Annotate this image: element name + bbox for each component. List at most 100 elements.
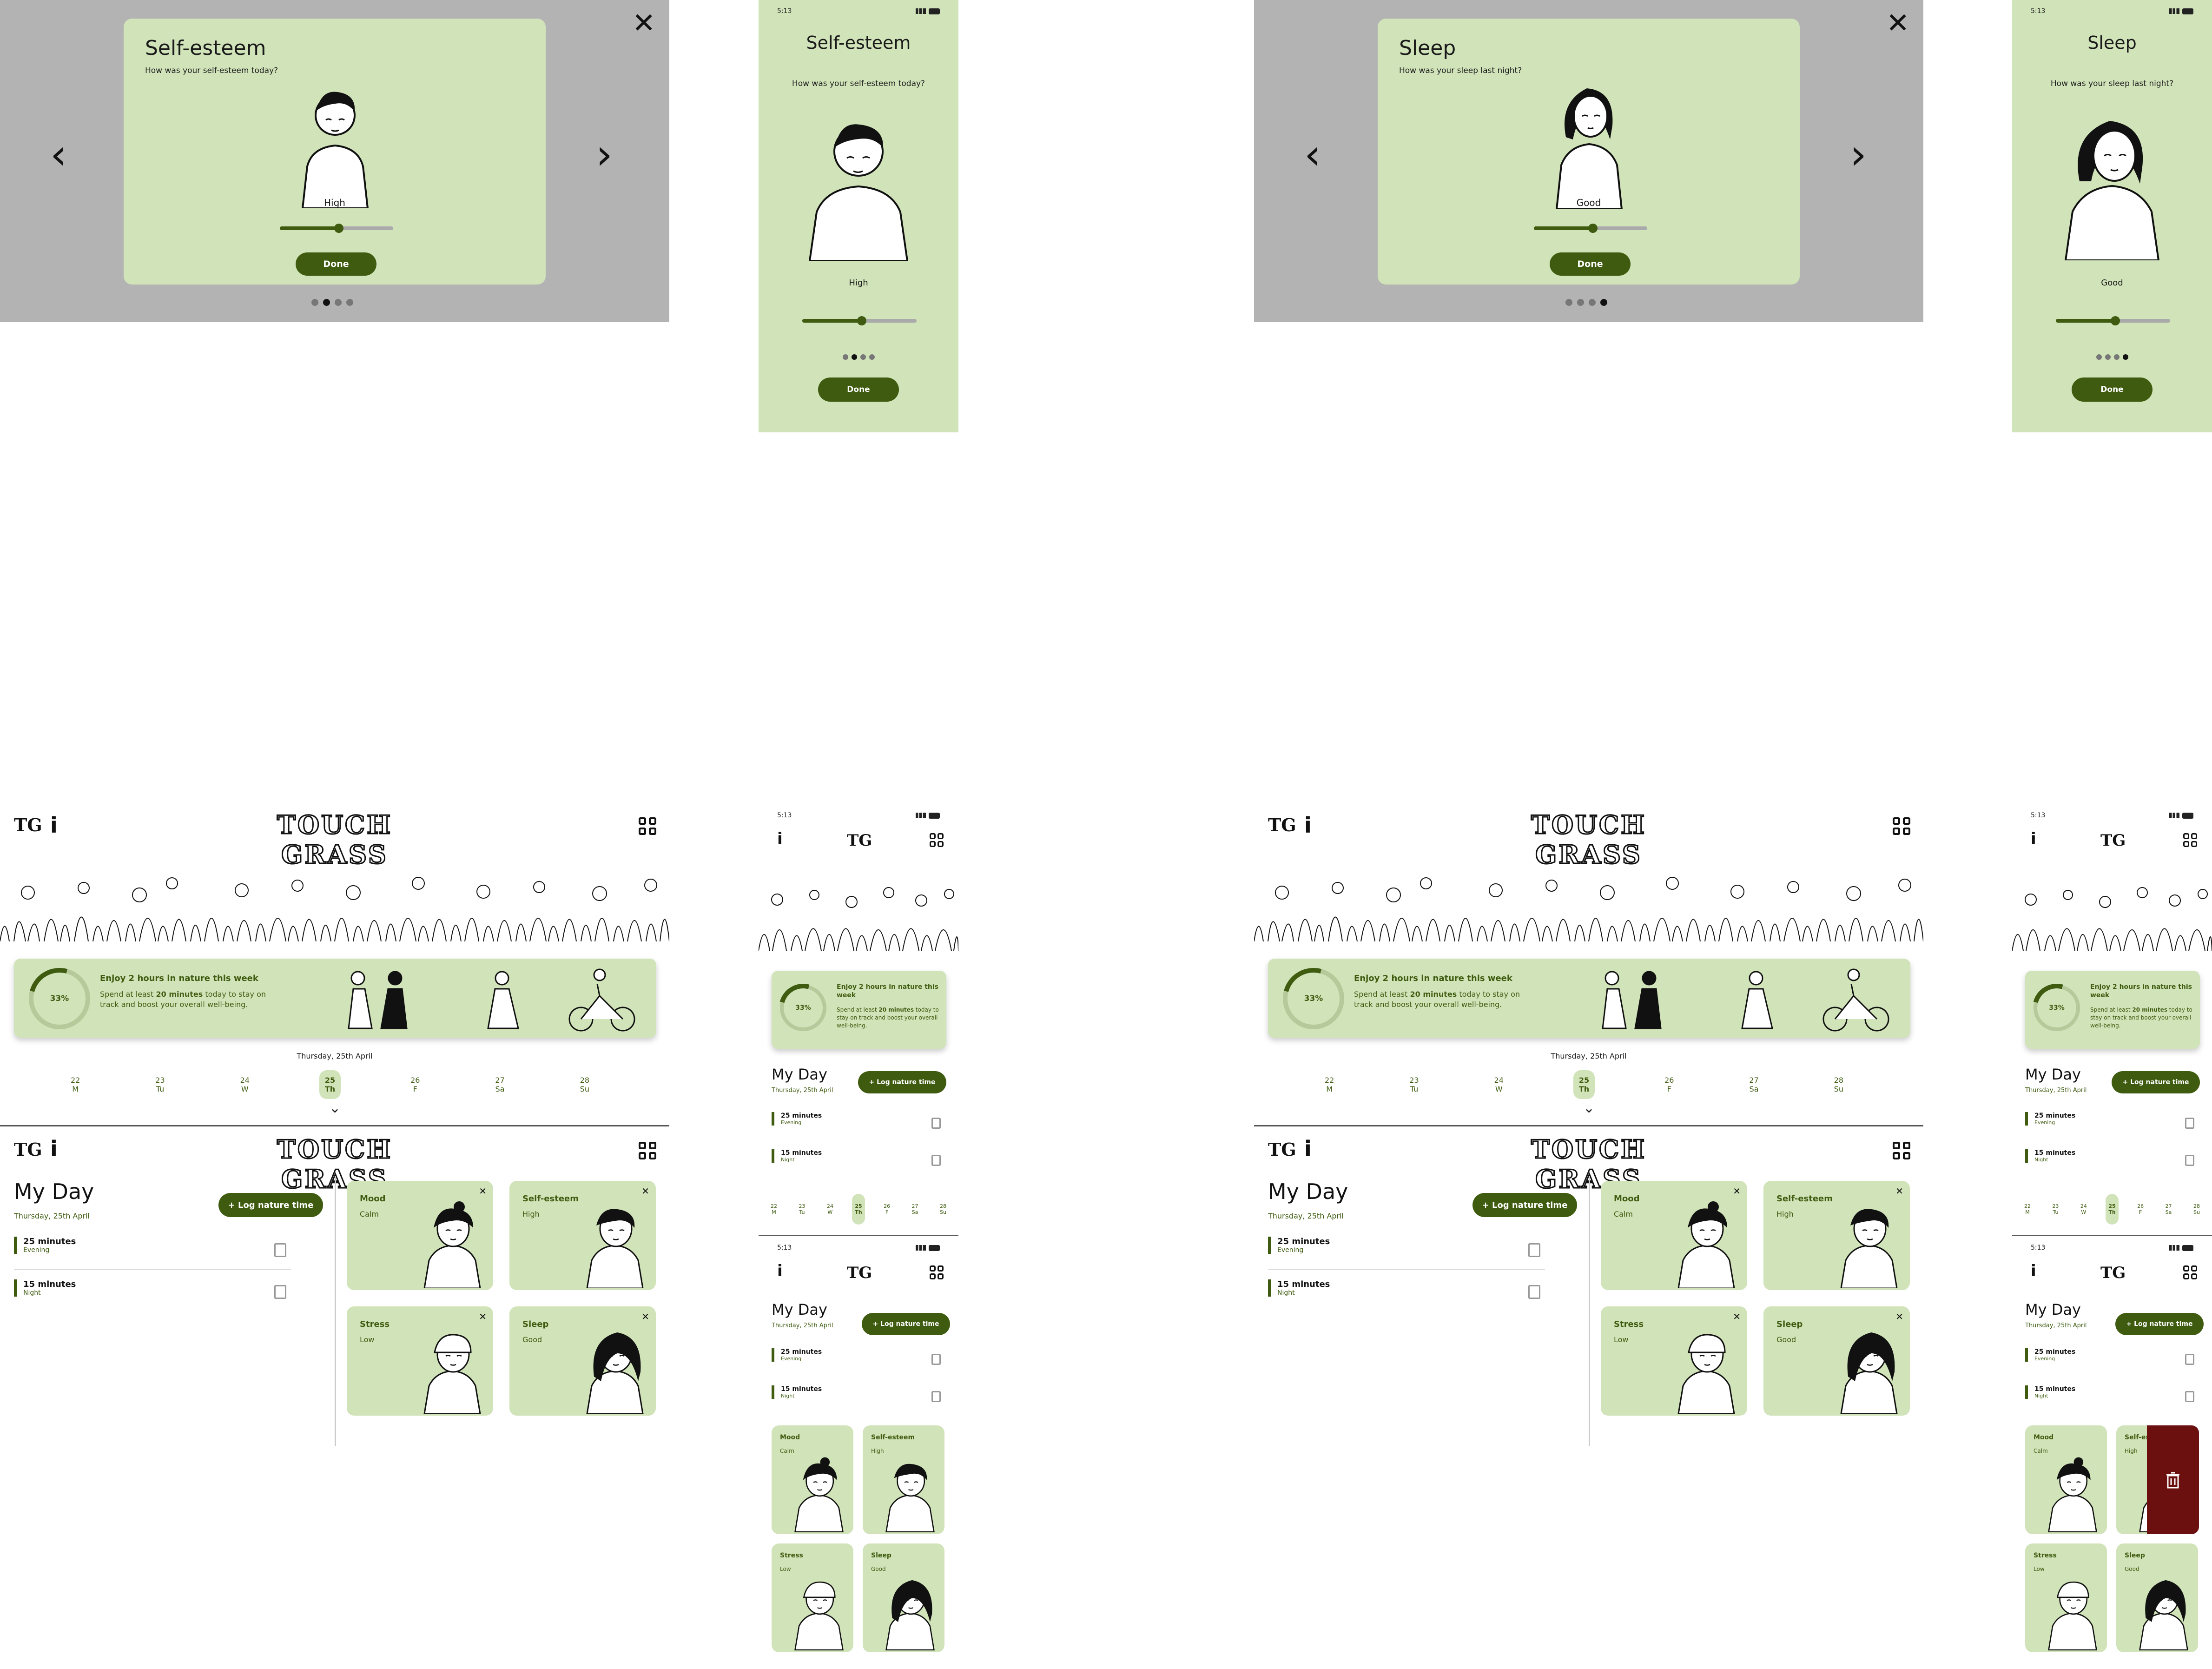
day-22[interactable]: 22 M [768, 1194, 780, 1225]
day-23[interactable]: 23 Tu [150, 1070, 170, 1099]
info-icon[interactable]: i [2031, 1262, 2036, 1280]
close-card-icon[interactable]: ✕ [1895, 1186, 1903, 1197]
grid-menu-icon[interactable] [930, 1265, 944, 1279]
day-24[interactable]: 24 W [824, 1194, 836, 1225]
app-logo-short[interactable]: TG [847, 831, 872, 850]
log-nature-time-button[interactable]: + Log nature time [2115, 1313, 2204, 1335]
selfesteem-slider[interactable] [802, 316, 917, 325]
next-arrow-icon[interactable]: › [596, 134, 613, 176]
info-icon[interactable]: i [50, 813, 58, 838]
weekly-goal-banner[interactable]: 33% Enjoy 2 hours in nature this week Sp… [14, 959, 656, 1038]
slider-knob[interactable] [857, 316, 866, 325]
tracker-card-mood[interactable]: Mood Calm [2025, 1425, 2107, 1534]
day-23[interactable]: 23 Tu [1404, 1070, 1424, 1099]
entry-item[interactable]: 25 minutes Evening [772, 1112, 822, 1126]
day-27[interactable]: 27 Sa [909, 1194, 921, 1225]
entry-item[interactable]: 15 minutes Night [2025, 1149, 2075, 1163]
tracker-card-stress[interactable]: Stress Low ✕ [1601, 1306, 1747, 1416]
day-28[interactable]: 28 Su [2191, 1194, 2203, 1225]
close-card-icon[interactable]: ✕ [479, 1311, 487, 1322]
entry-item[interactable]: 25 minutes Evening [772, 1348, 822, 1362]
entry-item[interactable]: 15 minutes Night [2025, 1385, 2075, 1399]
entry-item[interactable]: 25 minutes Evening [14, 1237, 76, 1254]
tracker-card-mood[interactable]: Mood Calm ✕ [1601, 1181, 1747, 1290]
entry-item[interactable]: 15 minutes Night [14, 1279, 76, 1297]
app-logo-short[interactable]: TG [847, 1264, 872, 1282]
app-logo-short[interactable]: TG [2100, 831, 2126, 850]
tracker-card-sleep[interactable]: Sleep Good [2116, 1543, 2198, 1652]
day-26[interactable]: 26 F [1659, 1070, 1679, 1099]
trash-icon[interactable] [2185, 1391, 2194, 1402]
entry-item[interactable]: 25 minutes Evening [2025, 1348, 2075, 1362]
log-nature-time-button[interactable]: + Log nature time [2112, 1071, 2200, 1093]
close-card-icon[interactable]: ✕ [1733, 1186, 1741, 1197]
day-24[interactable]: 24 W [2078, 1194, 2090, 1225]
done-button[interactable]: Done [818, 378, 899, 402]
trash-icon[interactable] [1528, 1285, 1540, 1299]
tracker-card-self-esteem[interactable]: Self-esteem High [863, 1425, 944, 1534]
done-button[interactable]: Done [296, 252, 376, 276]
done-button[interactable]: Done [2072, 378, 2153, 402]
close-card-icon[interactable]: ✕ [641, 1311, 649, 1322]
delete-card-button[interactable] [2147, 1425, 2199, 1534]
weekly-goal-banner[interactable]: 33% Enjoy 2 hours in nature this week Sp… [772, 971, 946, 1049]
prev-arrow-icon[interactable]: ‹ [50, 134, 67, 176]
grid-menu-icon[interactable] [2183, 833, 2197, 847]
close-card-icon[interactable]: ✕ [641, 1186, 649, 1197]
day-26[interactable]: 26 F [881, 1194, 893, 1225]
tracker-card-sleep[interactable]: Sleep Good ✕ [1763, 1306, 1910, 1416]
close-card-icon[interactable]: ✕ [1733, 1311, 1741, 1322]
day-22[interactable]: 22 M [2021, 1194, 2034, 1225]
grid-menu-icon[interactable] [930, 833, 944, 847]
grid-menu-icon[interactable] [639, 1142, 656, 1159]
app-logo-short[interactable]: TG [1268, 1139, 1296, 1160]
info-icon[interactable]: i [777, 829, 783, 848]
weekly-goal-banner[interactable]: 33% Enjoy 2 hours in nature this week Sp… [2025, 971, 2200, 1049]
log-nature-time-button[interactable]: + Log nature time [858, 1071, 946, 1093]
day-22[interactable]: 22 M [65, 1070, 86, 1099]
day-23[interactable]: 23 Tu [796, 1194, 808, 1225]
day-27[interactable]: 27 Sa [489, 1070, 510, 1099]
slider-knob[interactable] [2111, 316, 2120, 325]
info-icon[interactable]: i [777, 1262, 783, 1280]
app-logo-short[interactable]: TG [14, 1139, 42, 1160]
entry-item[interactable]: 15 minutes Night [1268, 1279, 1330, 1297]
tracker-card-stress[interactable]: Stress Low ✕ [347, 1306, 493, 1416]
trash-icon[interactable] [2185, 1118, 2194, 1129]
day-26[interactable]: 26 F [2134, 1194, 2146, 1225]
sleep-slider[interactable] [1534, 224, 1647, 233]
trash-icon[interactable] [2185, 1155, 2194, 1166]
entry-item[interactable]: 25 minutes Evening [1268, 1237, 1330, 1254]
trash-icon[interactable] [931, 1354, 941, 1365]
chevron-down-icon[interactable]: ⌄ [329, 1100, 341, 1116]
slider-knob[interactable] [1588, 224, 1598, 233]
trash-icon[interactable] [931, 1155, 941, 1166]
weekly-goal-banner[interactable]: 33% Enjoy 2 hours in nature this week Sp… [1268, 959, 1910, 1038]
prev-arrow-icon[interactable]: ‹ [1304, 134, 1321, 176]
entry-item[interactable]: 15 minutes Night [772, 1385, 822, 1399]
next-arrow-icon[interactable]: › [1850, 134, 1867, 176]
day-23[interactable]: 23 Tu [2049, 1194, 2061, 1225]
app-logo-short[interactable]: TG [14, 815, 42, 835]
info-icon[interactable]: i [1304, 1136, 1312, 1161]
info-icon[interactable]: i [2031, 829, 2036, 848]
day-25[interactable]: 25 Th [319, 1070, 341, 1099]
trash-icon[interactable] [1528, 1243, 1540, 1257]
day-22[interactable]: 22 M [1319, 1070, 1340, 1099]
grid-menu-icon[interactable] [2183, 1265, 2197, 1279]
app-logo-short[interactable]: TG [2100, 1264, 2126, 1282]
trash-icon[interactable] [2185, 1354, 2194, 1365]
tracker-card-mood[interactable]: Mood Calm [772, 1425, 853, 1534]
close-icon[interactable]: ✕ [632, 9, 655, 37]
chevron-down-icon[interactable]: ⌄ [1583, 1100, 1595, 1116]
grid-menu-icon[interactable] [639, 817, 656, 835]
trash-icon[interactable] [931, 1118, 941, 1129]
day-25[interactable]: 25 Th [852, 1194, 865, 1225]
day-25[interactable]: 25 Th [2106, 1194, 2119, 1225]
close-card-icon[interactable]: ✕ [479, 1186, 487, 1197]
info-icon[interactable]: i [50, 1136, 58, 1161]
day-25[interactable]: 25 Th [1573, 1070, 1595, 1099]
grid-menu-icon[interactable] [1893, 817, 1910, 835]
day-28[interactable]: 28 Su [937, 1194, 949, 1225]
close-icon[interactable]: ✕ [1886, 9, 1909, 37]
